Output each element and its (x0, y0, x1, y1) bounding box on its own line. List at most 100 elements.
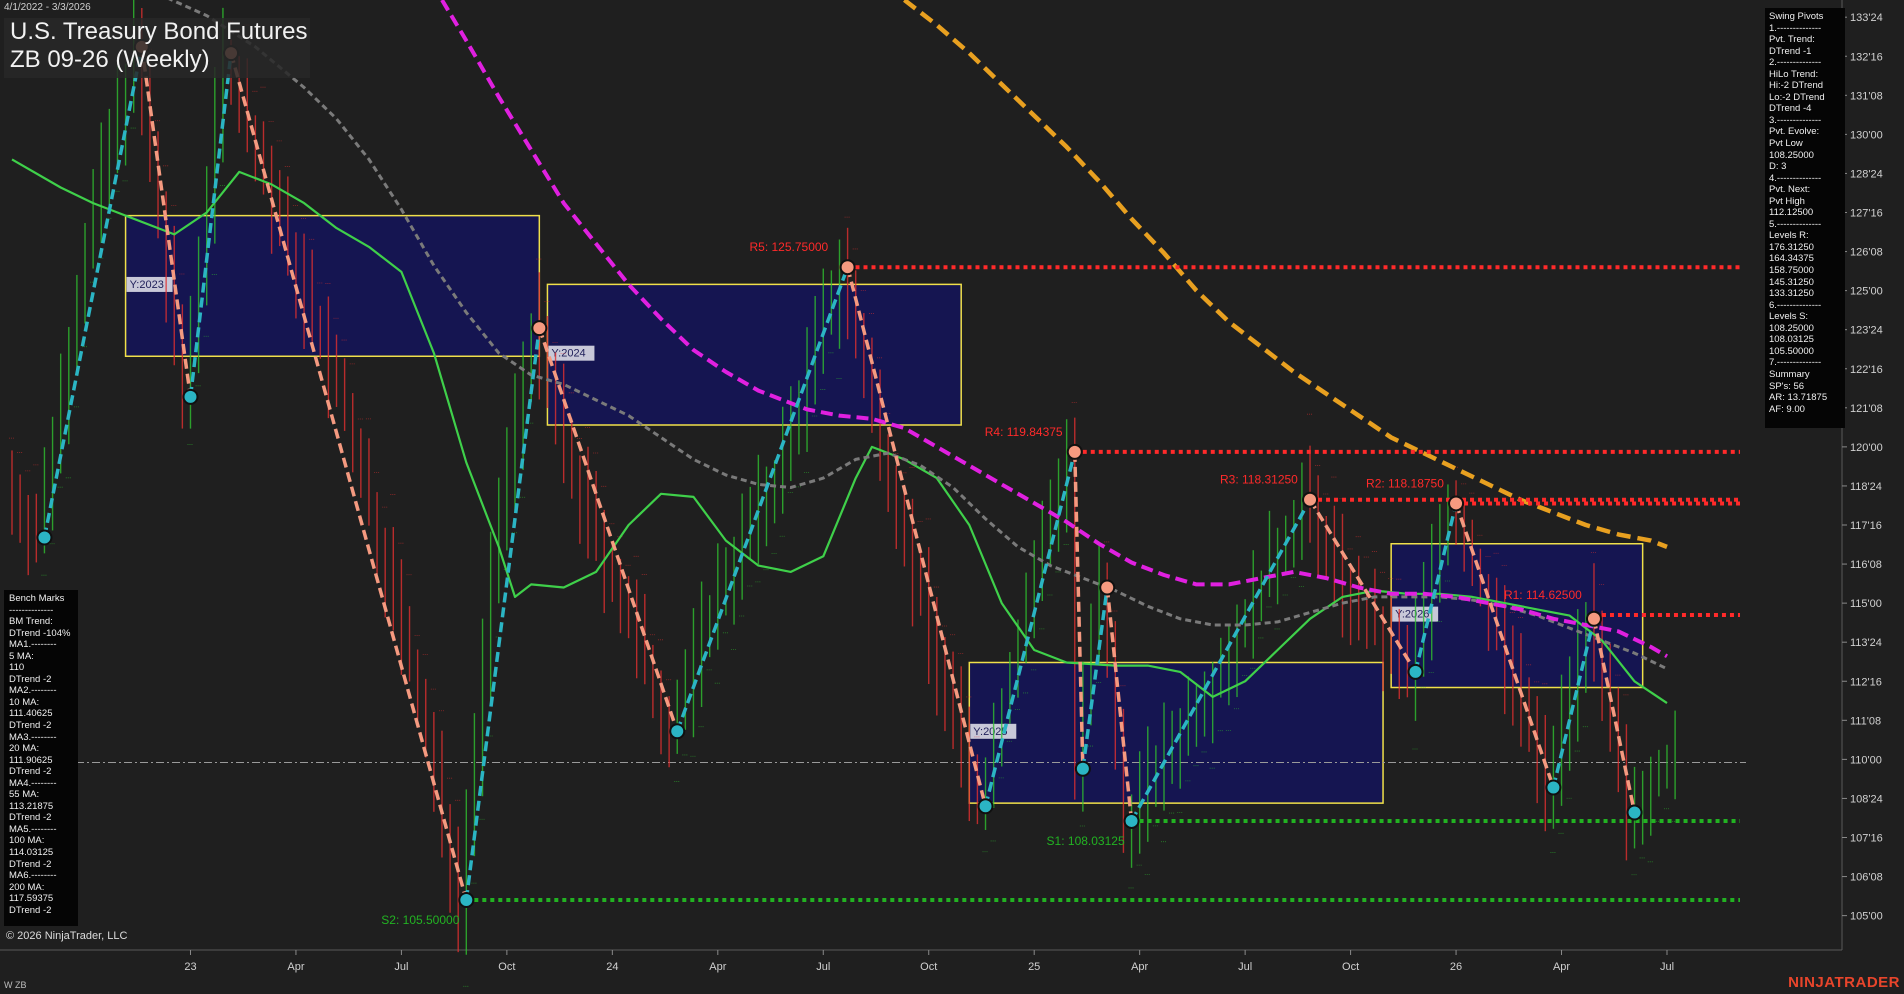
year-zone-box (124, 214, 541, 357)
price-tick-label: 130'00 (1850, 129, 1883, 141)
time-tick-label: Jul (816, 961, 830, 973)
swing-low-marker (1407, 663, 1424, 680)
bench-marks-line: MA6.-------- (9, 870, 57, 882)
bench-marks-line: 113.21875 (9, 800, 54, 812)
time-tick-label: Apr (287, 961, 304, 973)
date-range: 4/1/2022 - 3/3/2026 (4, 2, 91, 13)
swing-pivots-line: 108.25000 (1769, 322, 1814, 334)
year-zone-box (546, 283, 962, 426)
swing-pivots-line: 3.-------------- (1769, 114, 1822, 126)
chart-background (0, 0, 1904, 994)
year-zone-label: Y:2023 (130, 279, 164, 291)
time-tick-label: Oct (920, 961, 937, 973)
swing-low-marker (1545, 779, 1562, 796)
swing-pivots-line: 133.31250 (1769, 288, 1814, 300)
swing-pivots-line: Hi:-2 DTrend (1769, 80, 1824, 92)
swing-pivots-line: D: 3 (1769, 161, 1787, 173)
price-tick-label: 126'08 (1850, 247, 1883, 259)
bench-marks-line: DTrend -2 (9, 720, 52, 732)
time-tick-label: Apr (1131, 961, 1148, 973)
swing-low-marker (36, 529, 53, 546)
swing-pivots-line: Pvt. Evolve: (1769, 126, 1820, 138)
price-tick-label: 108'24 (1850, 793, 1883, 805)
swing-pivots-line: Swing Pivots (1769, 11, 1824, 22)
swing-pivots-line: DTrend -1 (1769, 45, 1812, 57)
copyright: © 2026 NinjaTrader, LLC (6, 930, 128, 942)
swing-pivots-line: 108.03125 (1769, 334, 1814, 346)
pivot-level-label: R3: 118.31250 (1220, 473, 1298, 487)
price-tick-label: 133'24 (1850, 12, 1883, 24)
bench-marks-line: MA5.-------- (9, 823, 57, 835)
pivot-level-label: S1: 108.03125 (1047, 834, 1125, 848)
price-tick-label: 122'16 (1850, 364, 1883, 376)
pivot-level-label: R1: 114.62500 (1504, 588, 1582, 602)
year-zone-box (968, 661, 1384, 804)
swing-low-marker (977, 798, 994, 815)
bench-marks-line: DTrend -2 (9, 673, 52, 685)
time-tick-label: Apr (709, 961, 726, 973)
swing-pivots-line: 105.50000 (1769, 345, 1814, 357)
bench-marks-line: 5 MA: (9, 650, 34, 662)
bench-marks-line: 117.59375 (9, 893, 54, 905)
swing-pivots-line: Pvt. Trend: (1769, 34, 1815, 46)
swing-high-marker (839, 259, 856, 276)
time-tick-label: Jul (1238, 961, 1252, 973)
swing-pivots-line: Levels S: (1769, 311, 1809, 323)
swing-pivots-line: Lo:-2 DTrend (1769, 91, 1825, 103)
swing-pivots-line: 108.25000 (1769, 149, 1814, 161)
bench-marks-line: 100 MA: (9, 835, 45, 847)
swing-pivots-line: 2.-------------- (1769, 57, 1822, 69)
bench-marks-line: Bench Marks (9, 593, 65, 604)
price-tick-label: 112'16 (1850, 676, 1882, 688)
time-tick-label: Jul (1660, 961, 1674, 973)
time-tick-label: 23 (184, 961, 196, 973)
price-tick-label: 117'16 (1850, 520, 1882, 532)
price-tick-label: 111'08 (1850, 715, 1881, 727)
time-tick-label: 26 (1450, 961, 1462, 973)
pivot-level-label: R4: 119.84375 (985, 425, 1063, 439)
swing-high-marker (1099, 579, 1116, 596)
swing-high-marker (531, 320, 548, 337)
price-tick-label: 107'16 (1850, 833, 1883, 845)
ninjatrader-logo: NINJATRADER (1788, 974, 1900, 991)
swing-low-marker (458, 892, 475, 908)
swing-pivots-line: DTrend -4 (1769, 103, 1812, 115)
price-tick-label: 105'00 (1850, 911, 1883, 923)
bench-marks-line: DTrend -2 (9, 858, 52, 870)
pivot-level-label: S2: 105.50000 (381, 913, 459, 927)
swing-pivots-line: HiLo Trend: (1769, 68, 1819, 80)
swing-pivots-line: AR: 13.71875 (1769, 392, 1828, 404)
time-tick-label: Apr (1553, 961, 1570, 973)
swing-pivots-line: 145.31250 (1769, 276, 1814, 288)
bench-marks-line: 111.90625 (9, 754, 53, 766)
pivot-level-label: R5: 125.75000 (749, 240, 828, 254)
pivot-level-label: R2: 118.18750 (1366, 476, 1444, 490)
bench-marks-line: 20 MA: (9, 743, 40, 755)
bench-marks-line: 200 MA: (9, 881, 45, 893)
swing-pivots-line: 158.75000 (1769, 265, 1814, 277)
year-zone-label: Y:2024 (551, 348, 585, 360)
swing-pivots-line: 7.-------------- (1769, 357, 1822, 369)
bench-marks-line: 110 (9, 662, 25, 674)
price-tick-label: 120'00 (1850, 442, 1883, 454)
swing-low-marker (1123, 812, 1140, 829)
bench-marks-panel: Bench Marks -------------- BM Trend: DTrend… (4, 590, 78, 926)
swing-pivots-line: 1.-------------- (1769, 22, 1822, 34)
bench-marks-line: -------------- (9, 604, 54, 616)
bench-marks-line: DTrend -104% (9, 627, 71, 639)
swing-pivots-line: 4.-------------- (1769, 172, 1822, 184)
time-tick-label: 25 (1028, 961, 1040, 973)
price-tick-label: 115'00 (1850, 598, 1882, 610)
price-tick-label: 110'00 (1850, 754, 1882, 766)
swing-high-marker (1302, 491, 1319, 508)
price-tick-label: 131'08 (1850, 90, 1883, 102)
price-tick-label: 113'24 (1850, 637, 1882, 649)
price-tick-label: 125'00 (1850, 286, 1883, 298)
swing-low-marker (1074, 760, 1091, 777)
bench-marks-line: 10 MA: (9, 696, 40, 708)
chart-title: U.S. Treasury Bond Futures (10, 18, 308, 45)
price-tick-label: 127'16 (1850, 208, 1883, 220)
price-chart[interactable]: Y:2023Y:2024Y:2025Y:2026 R5: 125.75000R4… (0, 0, 1904, 994)
swing-low-marker (182, 388, 199, 405)
time-tick-label: Oct (498, 961, 515, 973)
